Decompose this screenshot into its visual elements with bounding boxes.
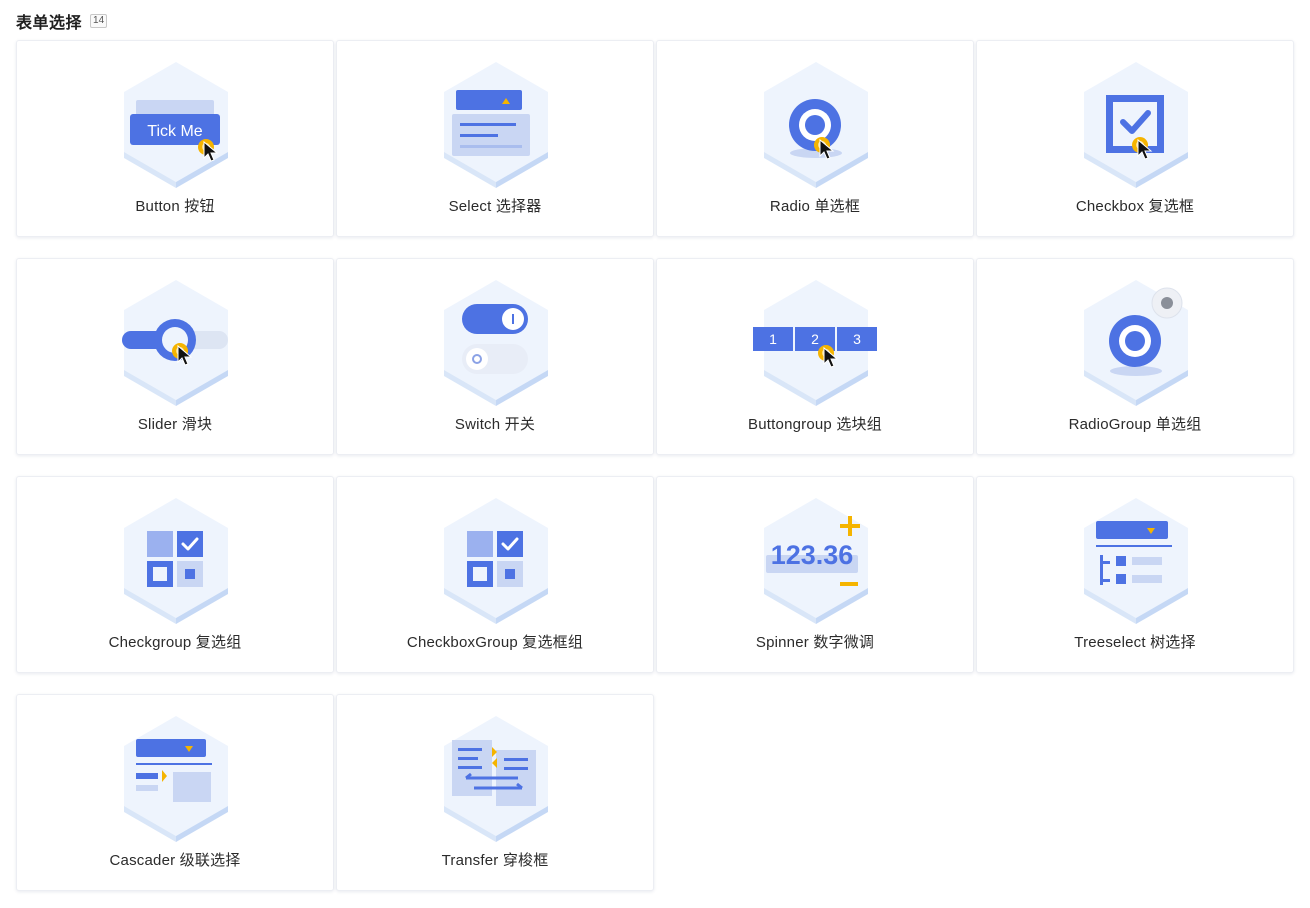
card-select[interactable]: Select 选择器: [336, 40, 654, 237]
radio-icon: [756, 57, 876, 188]
card-spinner[interactable]: 123.36 Spinner 数字微调: [656, 476, 974, 673]
checkbox-icon: [1076, 57, 1196, 188]
card-transfer[interactable]: Transfer 穿梭框: [336, 694, 654, 891]
card-buttongroup[interactable]: 1 2 3 Buttongroup 选块组: [656, 258, 974, 455]
card-button[interactable]: Tick Me Button 按钮: [16, 40, 334, 237]
card-checkgroup[interactable]: Checkgroup 复选组: [16, 476, 334, 673]
section-title: 表单选择: [16, 15, 83, 32]
svg-text:123.36: 123.36: [771, 540, 854, 570]
card-label: Buttongroup 选块组: [748, 416, 882, 433]
checkboxgroup-icon: [436, 493, 556, 624]
card-label: Cascader 级联选择: [109, 852, 241, 869]
card-label: Checkbox 复选框: [1075, 198, 1195, 215]
svg-text:Tick Me: Tick Me: [147, 123, 203, 140]
card-checkboxgroup[interactable]: CheckboxGroup 复选框组: [336, 476, 654, 673]
card-radiogroup[interactable]: RadioGroup 单选组: [976, 258, 1294, 455]
card-checkbox[interactable]: Checkbox 复选框: [976, 40, 1294, 237]
spinner-icon: 123.36: [756, 493, 876, 624]
section-header: 表单选择 14: [16, 11, 108, 32]
switch-icon: [436, 275, 556, 406]
select-icon: [436, 57, 556, 188]
checkgroup-icon: [116, 493, 236, 624]
cascader-icon: [116, 711, 236, 842]
radiogroup-icon: [1076, 275, 1196, 406]
slider-icon: [116, 275, 236, 406]
treeselect-icon: [1076, 493, 1196, 624]
card-label: RadioGroup 单选组: [1068, 416, 1202, 433]
card-label: Spinner 数字微调: [755, 634, 875, 651]
card-label: Checkgroup 复选组: [108, 634, 242, 651]
card-label: CheckboxGroup 复选框组: [406, 634, 584, 651]
svg-text:1: 1: [769, 331, 777, 347]
card-label: Slider 滑块: [137, 416, 213, 433]
card-slider[interactable]: Slider 滑块: [16, 258, 334, 455]
buttongroup-icon: 1 2 3: [753, 275, 877, 406]
transfer-icon: [436, 711, 556, 842]
card-radio[interactable]: Radio 单选框: [656, 40, 974, 237]
card-label: Switch 开关: [454, 416, 536, 433]
svg-text:3: 3: [853, 331, 861, 347]
card-label: Radio 单选框: [769, 198, 861, 215]
card-switch[interactable]: Switch 开关: [336, 258, 654, 455]
card-label: Select 选择器: [448, 198, 542, 215]
card-label: Transfer 穿梭框: [441, 852, 549, 869]
card-cascader[interactable]: Cascader 级联选择: [16, 694, 334, 891]
card-label: Treeselect 树选择: [1074, 634, 1196, 651]
count-badge: 14: [90, 14, 108, 28]
card-treeselect[interactable]: Treeselect 树选择: [976, 476, 1294, 673]
button-icon: Tick Me: [116, 57, 236, 188]
card-label: Button 按钮: [135, 198, 215, 215]
svg-text:2: 2: [811, 331, 819, 347]
